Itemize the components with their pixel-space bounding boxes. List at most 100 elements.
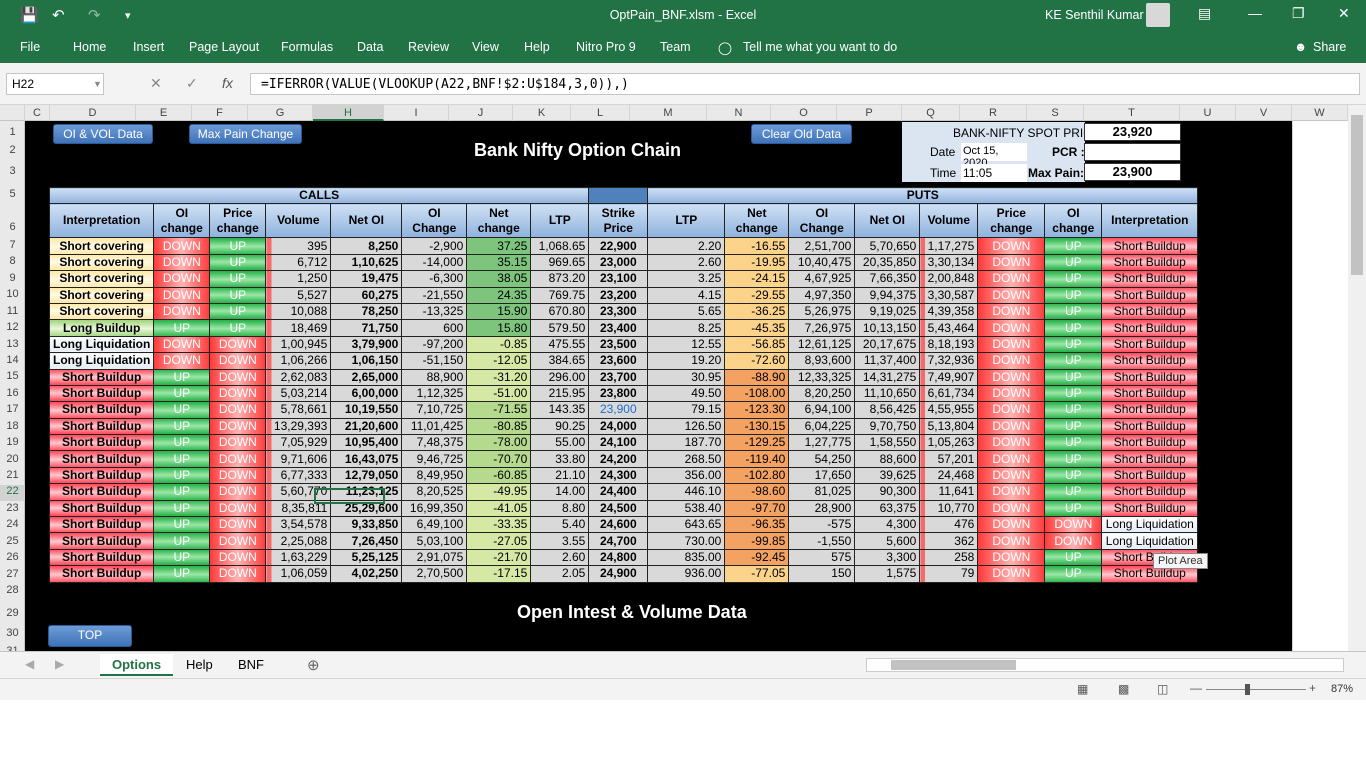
tab-team[interactable]: Team [660, 40, 691, 54]
col-header[interactable]: H [313, 105, 384, 121]
table-cell[interactable]: 57,201 [919, 450, 979, 468]
table-cell[interactable]: 11,01,425 [401, 417, 468, 436]
table-cell[interactable]: -72.60 [724, 352, 790, 370]
table-cell[interactable]: UP [1044, 450, 1103, 468]
table-cell[interactable]: DOWN [1044, 532, 1103, 550]
table-cell[interactable]: -123.30 [724, 401, 790, 419]
table-cell[interactable]: Short Buildup [1101, 237, 1199, 255]
table-cell[interactable]: 23,500 [588, 335, 649, 354]
table-cell[interactable]: -29.55 [724, 286, 790, 304]
pcr-value[interactable] [1084, 143, 1181, 161]
table-cell[interactable]: UP [153, 499, 211, 518]
table-cell[interactable]: 23,800 [588, 384, 649, 403]
table-cell[interactable]: DOWN [977, 302, 1046, 321]
col-header[interactable]: J [449, 105, 513, 121]
table-cell[interactable]: 55.00 [530, 434, 590, 452]
table-cell[interactable]: DOWN [209, 352, 267, 370]
minimize-icon[interactable]: — [1248, 5, 1262, 21]
table-cell[interactable]: DOWN [153, 302, 211, 321]
table-cell[interactable]: Short Buildup [1101, 450, 1199, 468]
table-cell[interactable]: 15.80 [466, 319, 532, 337]
table-cell[interactable]: Short Buildup [48, 450, 155, 468]
table-cell[interactable]: UP [209, 237, 267, 255]
table-cell[interactable]: 1,250 [265, 270, 332, 288]
table-cell[interactable]: 14.00 [530, 483, 590, 501]
table-cell[interactable]: -575 [788, 516, 856, 534]
row-header[interactable]: 25 [0, 535, 25, 547]
col-header[interactable]: D [50, 105, 136, 121]
col-header[interactable]: M [630, 105, 707, 121]
tab-file[interactable]: File [20, 40, 40, 54]
table-cell[interactable]: UP [1044, 548, 1103, 567]
table-cell[interactable]: 4,02,250 [330, 565, 403, 583]
table-cell[interactable]: 476 [919, 516, 979, 534]
table-cell[interactable]: 187.70 [647, 434, 726, 452]
row-header[interactable]: 8 [0, 255, 25, 267]
tab-help[interactable]: Help [524, 40, 550, 54]
table-cell[interactable]: UP [209, 270, 267, 288]
table-cell[interactable]: UP [153, 532, 211, 550]
table-cell[interactable]: 13,29,393 [265, 417, 332, 436]
sheet-tab-bnf[interactable]: BNF [226, 654, 276, 676]
table-cell[interactable]: 2,70,500 [401, 565, 468, 583]
table-cell[interactable]: 38.05 [466, 270, 532, 288]
table-cell[interactable]: -51.00 [466, 384, 532, 403]
table-cell[interactable]: 2,00,848 [919, 270, 979, 288]
table-cell[interactable]: DOWN [209, 466, 267, 485]
tab-insert[interactable]: Insert [133, 40, 164, 54]
table-cell[interactable]: 11,10,650 [854, 384, 921, 403]
spot-price-value[interactable]: 23,920 [1084, 123, 1181, 141]
col-header[interactable]: G [248, 105, 313, 121]
table-cell[interactable]: 35.15 [466, 253, 532, 272]
row-header[interactable]: 12 [0, 321, 25, 333]
table-cell[interactable]: Short covering [48, 302, 155, 321]
table-cell[interactable]: DOWN [209, 532, 267, 550]
table-cell[interactable]: 5.40 [530, 516, 590, 534]
table-cell[interactable]: UP [1044, 368, 1103, 386]
table-cell[interactable]: UP [1044, 466, 1103, 485]
table-cell[interactable]: 10,088 [265, 302, 332, 321]
table-cell[interactable]: -41.05 [466, 499, 532, 518]
table-cell[interactable]: -56.85 [724, 335, 790, 354]
table-cell[interactable]: DOWN [977, 417, 1046, 436]
table-cell[interactable]: 1,27,775 [788, 434, 856, 452]
table-cell[interactable]: Short Buildup [1101, 499, 1199, 518]
table-cell[interactable]: 5,527 [265, 286, 332, 304]
table-cell[interactable]: 23,100 [588, 270, 649, 288]
table-cell[interactable]: Short Buildup [1101, 302, 1199, 321]
table-cell[interactable]: 9,71,606 [265, 450, 332, 468]
select-all-corner[interactable] [0, 105, 25, 121]
row-header[interactable]: 21 [0, 469, 25, 481]
table-cell[interactable]: UP [1044, 352, 1103, 370]
table-cell[interactable]: 7,48,375 [401, 434, 468, 452]
table-cell[interactable]: 33.80 [530, 450, 590, 468]
table-cell[interactable]: DOWN [977, 319, 1046, 337]
time-value[interactable]: 11:05 [961, 164, 1027, 182]
table-cell[interactable]: Short Buildup [48, 516, 155, 534]
table-cell[interactable]: DOWN [153, 352, 211, 370]
table-cell[interactable]: 575 [788, 548, 856, 567]
scroll-thumb[interactable] [1351, 115, 1363, 275]
table-cell[interactable]: 23,200 [588, 286, 649, 304]
table-cell[interactable]: 8,56,425 [854, 401, 921, 419]
row-header[interactable]: 18 [0, 420, 25, 432]
tab-data[interactable]: Data [357, 40, 383, 54]
table-cell[interactable]: DOWN [153, 253, 211, 272]
table-cell[interactable]: DOWN [977, 368, 1046, 386]
zoom-out-icon[interactable]: — [1190, 681, 1202, 695]
table-cell[interactable]: 126.50 [647, 417, 726, 436]
table-cell[interactable]: -6,300 [401, 270, 468, 288]
row-header[interactable]: 1 [0, 126, 25, 138]
table-cell[interactable]: 1,06,266 [265, 352, 332, 370]
worksheet-grid[interactable]: OI & VOL Data Max Pain Change Clear Old … [25, 121, 1292, 651]
table-cell[interactable]: 6,712 [265, 253, 332, 272]
row-header[interactable]: 26 [0, 551, 25, 563]
table-cell[interactable]: DOWN [977, 237, 1046, 255]
table-cell[interactable]: 4,300 [854, 516, 921, 534]
table-cell[interactable]: UP [153, 565, 211, 583]
col-header[interactable]: V [1236, 105, 1292, 121]
table-cell[interactable]: Short Buildup [48, 466, 155, 485]
table-cell[interactable]: 10,95,400 [330, 434, 403, 452]
table-cell[interactable]: -108.00 [724, 384, 790, 403]
table-cell[interactable]: Short covering [48, 253, 155, 272]
